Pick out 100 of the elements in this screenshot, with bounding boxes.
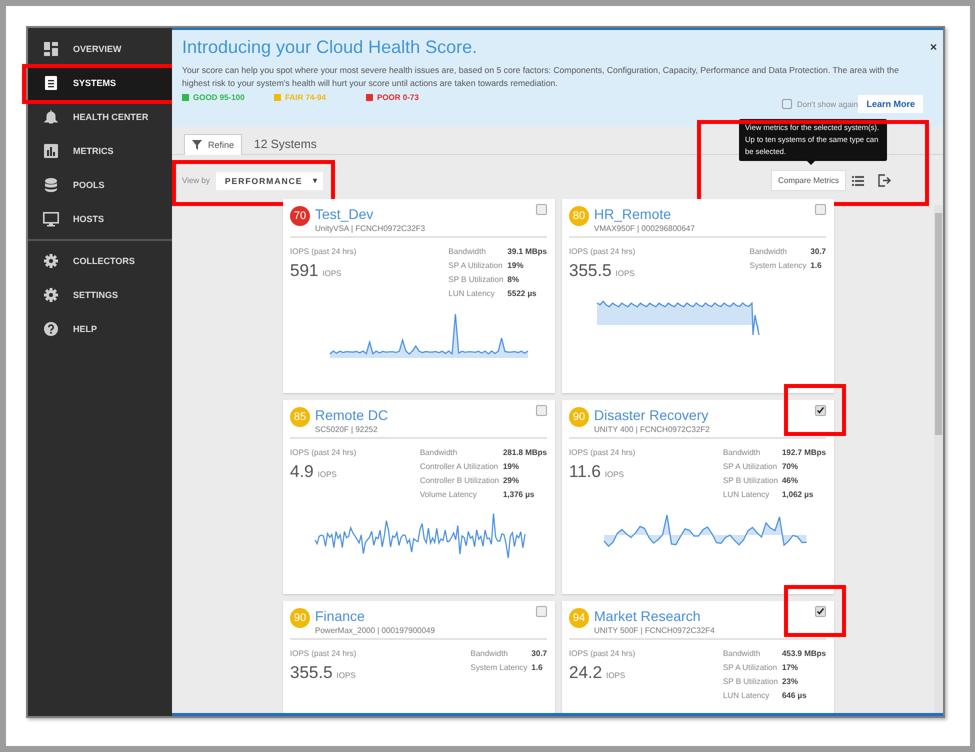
metric-value: 17% [782, 663, 799, 672]
settings-icon [44, 288, 58, 302]
select-checkbox[interactable] [815, 204, 826, 215]
nav-item[interactable]: HOSTS [28, 202, 172, 236]
score-badge: 90 [569, 407, 589, 427]
metric-label: LUN Latency [722, 490, 770, 499]
score-badge: 90 [290, 608, 310, 628]
system-model: PowerMax_2000 | 000197900049 [315, 626, 436, 635]
metric-value: 39.1 MBps [507, 247, 547, 256]
system-model: VMAX950F | 000296800647 [594, 224, 696, 233]
metric-value: 70% [782, 462, 799, 471]
iops-value: 11.6 [569, 462, 601, 482]
system-model: UNITY 500F | FCNCH0972C32F4 [594, 626, 716, 635]
iops-unit: IOPS [318, 470, 337, 479]
nav-item[interactable]: METRICS [28, 134, 172, 168]
metric-label: Volume Latency [420, 490, 478, 499]
legend-label: GOOD 95-100 [193, 93, 245, 102]
nav-item[interactable]: COLLECTORS [28, 244, 172, 278]
close-button[interactable]: × [930, 40, 937, 54]
system-model: SC5020F | 92252 [315, 425, 379, 434]
metric-label: Bandwidth [750, 247, 788, 256]
nav-item[interactable]: HELP [28, 312, 172, 346]
learn-more-button[interactable]: Learn More [858, 95, 923, 113]
select-checkbox[interactable] [536, 204, 547, 215]
select-checkbox[interactable] [536, 606, 547, 617]
score-badge: 94 [569, 608, 589, 628]
metric-value: 30.7 [810, 247, 826, 256]
metric-label: Bandwidth [448, 247, 487, 256]
system-card[interactable]: 94 Market Research UNITY 500F | FCNCH0972C32F4 IOPS (past 24 hrs) 24.2 IOPS Bandwidth 453.9 MBps SP A Utilization 17% SP B Utilization 23% LUN Latency 646 µs [562, 601, 834, 713]
iops-value: 355.5 [290, 663, 333, 683]
metric-value: 23% [782, 677, 799, 686]
nav-item[interactable]: SYSTEMS [28, 66, 172, 100]
metric-value: 8% [507, 275, 520, 284]
nav-item[interactable]: POOLS [28, 168, 172, 202]
metric-label: Controller A Utilization [420, 462, 499, 471]
grid-icon [44, 42, 58, 56]
help-icon [44, 322, 58, 336]
metric-label: LUN Latency [448, 289, 496, 298]
iops-unit: IOPS [336, 671, 356, 680]
compare-metrics-button[interactable]: Compare Metrics [771, 170, 846, 191]
view-by-label: View by [182, 176, 210, 185]
score-badge: 80 [569, 206, 589, 226]
metric-value: 281.8 MBps [502, 448, 547, 457]
metric-label: Bandwidth [722, 649, 762, 658]
legend-label: POOR 0-73 [377, 93, 419, 102]
metric-value: 46% [782, 476, 799, 485]
metric-label: Bandwidth [470, 649, 509, 658]
nav-item[interactable]: OVERVIEW [28, 32, 172, 66]
system-card[interactable]: 90 Finance PowerMax_2000 | 000197900049 IOPS (past 24 hrs) 355.5 IOPS Bandwidth 30.7 System Latency 1.6 [283, 601, 555, 713]
iops-label: IOPS (past 24 hrs) [290, 448, 358, 457]
view-by-dropdown[interactable]: PERFORMANCE ▾ [216, 172, 323, 190]
list-icon[interactable] [852, 176, 864, 186]
scrollbar[interactable] [934, 205, 943, 713]
system-card[interactable]: 80 HR_Remote VMAX950F | 000296800647 IOPS (past 24 hrs) 355.5 IOPS Bandwidth 30.7 System Latency 1.6 [562, 199, 834, 393]
metric-value: 1.6 [531, 663, 544, 672]
iops-label: IOPS (past 24 hrs) [290, 247, 358, 256]
dont-show-checkbox[interactable] [782, 99, 792, 109]
iops-unit: IOPS [616, 269, 635, 278]
iops-unit: IOPS [606, 671, 626, 680]
metric-label: SP B Utilization [448, 275, 504, 284]
nav-item[interactable]: SETTINGS [28, 278, 172, 312]
iops-value: 355.5 [569, 261, 612, 281]
metric-value: 1,376 µs [502, 490, 536, 499]
metric-label: System Latency [470, 663, 528, 672]
metric-value: 1.6 [810, 261, 823, 270]
system-card[interactable]: 85 Remote DC SC5020F | 92252 IOPS (past 24 hrs) 4.9 IOPS Bandwidth 281.8 MBps Controller A Utilization 19% Controller B Utilization 29% Volume Latency 1,376 µs [283, 400, 555, 594]
iops-label: IOPS (past 24 hrs) [569, 247, 636, 256]
metric-value: 19% [507, 261, 524, 270]
select-checkbox[interactable] [815, 606, 826, 617]
iops-value: 4.9 [290, 462, 314, 482]
metric-label: Bandwidth [722, 448, 762, 457]
metric-label: LUN Latency [722, 691, 770, 700]
system-model: UnityVSA | FCNCH0972C32F3 [315, 224, 426, 233]
legend-label: FAIR 74-94 [285, 93, 326, 102]
metric-value: 192.7 MBps [782, 448, 826, 457]
score-badge: 70 [290, 206, 310, 226]
select-checkbox[interactable] [815, 405, 826, 416]
export-icon[interactable] [878, 174, 891, 187]
banner-text: Your score can help you spot where your most severe health issues are, based on 5 core factors: Components, Configuration, Capacity, Performance and Data Protection. The area with the highest risk to your system's health will hurt your score until actions are taken towards remediation. [182, 64, 900, 90]
metric-label: Bandwidth [420, 448, 458, 457]
systems-count: 12 Systems [254, 137, 317, 151]
metric-value: 453.9 MBps [782, 649, 826, 658]
document-icon [45, 76, 57, 90]
metric-label: SP A Utilization [448, 261, 504, 270]
metric-value: 29% [502, 476, 520, 485]
system-card[interactable]: 70 Test_Dev UnityVSA | FCNCH0972C32F3 IOPS (past 24 hrs) 591 IOPS Bandwidth 39.1 MBps SP A Utilization 19% SP B Utilization 8% LUN Latency 5522 µs [283, 199, 555, 393]
score-badge: 85 [290, 407, 310, 427]
metric-value: 5522 µs [507, 289, 538, 298]
iops-value: 24.2 [569, 663, 602, 683]
bell-icon [44, 110, 58, 124]
nav-item[interactable]: HEALTH CENTER [28, 100, 172, 134]
iops-value: 591 [290, 261, 318, 281]
refine-tab[interactable]: Refine [184, 134, 242, 154]
bar-chart-icon [44, 144, 58, 158]
system-card[interactable]: 90 Disaster Recovery UNITY 400 | FCNCH0972C32F2 IOPS (past 24 hrs) 11.6 IOPS Bandwidth 192.7 MBps SP A Utilization 70% SP B Utilization 46% LUN Latency 1,062 µs [562, 400, 834, 594]
metric-label: System Latency [750, 261, 806, 270]
select-checkbox[interactable] [536, 405, 547, 416]
metric-label: SP B Utilization [722, 476, 778, 485]
metric-label: Controller B Utilization [420, 476, 499, 485]
metric-label: SP A Utilization [722, 663, 778, 672]
